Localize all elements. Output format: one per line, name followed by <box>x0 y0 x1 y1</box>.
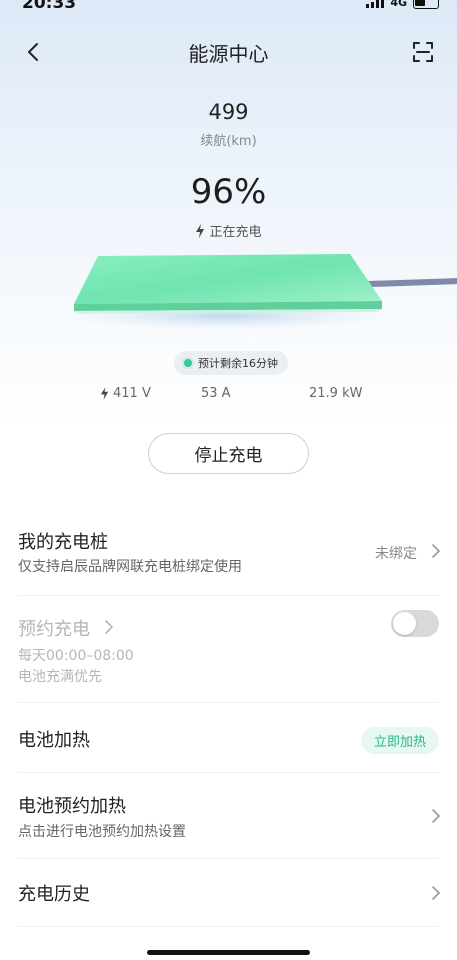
heat-now-button[interactable]: 立即加热 <box>360 727 439 754</box>
status-icons: 4G <box>366 0 439 9</box>
charging-status: 正在充电 <box>0 221 457 240</box>
eta-badge: 预计剩余16分钟 <box>174 351 288 375</box>
battery-heating-title: 电池加热 <box>18 730 90 751</box>
scheduled-heating-subtitle: 点击进行电池预约加热设置 <box>18 824 186 840</box>
status-bar: 20:33 4G <box>0 0 457 14</box>
charging-metrics: 411 V 53 A 21.9 kW <box>0 386 457 406</box>
bolt-icon <box>196 223 205 238</box>
divider <box>18 772 439 773</box>
battery-status-icon <box>413 0 439 9</box>
home-indicator[interactable] <box>147 950 310 955</box>
my-charger-row[interactable]: 我的充电桩 仅支持启辰品牌网联充电桩绑定使用 未绑定 <box>0 522 457 592</box>
divider <box>18 702 439 703</box>
scheduled-heating-row[interactable]: 电池预约加热 点击进行电池预约加热设置 <box>0 792 457 848</box>
current-value: 53 A <box>201 386 231 401</box>
range-value: 499 <box>208 100 249 124</box>
scan-icon[interactable] <box>411 40 435 64</box>
scheduled-charging-toggle[interactable] <box>391 610 439 637</box>
divider <box>18 595 439 596</box>
divider <box>18 926 439 927</box>
chevron-right-icon <box>432 809 441 823</box>
scheduled-charging-mode: 电池充满优先 <box>18 669 102 685</box>
scheduled-charging-row[interactable]: 预约充电 每天00:00–08:00 电池充满优先 <box>0 612 457 692</box>
signal-icon <box>366 0 385 8</box>
charging-pad-illustration <box>65 254 457 330</box>
chevron-right-icon <box>105 620 114 634</box>
power-value: 21.9 kW <box>309 386 363 401</box>
page-title: 能源中心 <box>188 42 269 66</box>
bolt-icon <box>100 387 109 400</box>
eta-text: 预计剩余16分钟 <box>198 357 278 370</box>
my-charger-subtitle: 仅支持启辰品牌网联充电桩绑定使用 <box>18 559 242 575</box>
scheduled-heating-title: 电池预约加热 <box>18 796 126 817</box>
eta-dot-icon <box>182 357 194 369</box>
stop-charging-button[interactable]: 停止充电 <box>148 433 309 474</box>
charging-history-row[interactable]: 充电历史 <box>0 880 457 910</box>
chevron-right-icon <box>432 544 441 558</box>
scheduled-charging-title: 预约充电 <box>18 619 90 640</box>
range-label: 续航(km) <box>200 134 257 149</box>
divider <box>18 858 439 859</box>
voltage-value: 411 V <box>113 386 151 401</box>
chevron-right-icon <box>432 886 441 900</box>
status-time: 20:33 <box>22 0 77 13</box>
my-charger-title: 我的充电桩 <box>18 532 108 553</box>
network-type: 4G <box>390 0 407 9</box>
charging-status-text: 正在充电 <box>209 225 262 240</box>
my-charger-status: 未绑定 <box>375 546 417 562</box>
voltage-metric: 411 V <box>100 386 151 401</box>
charging-history-title: 充电历史 <box>18 884 90 905</box>
scheduled-charging-time: 每天00:00–08:00 <box>18 648 134 664</box>
battery-percentage: 96% <box>190 172 267 212</box>
